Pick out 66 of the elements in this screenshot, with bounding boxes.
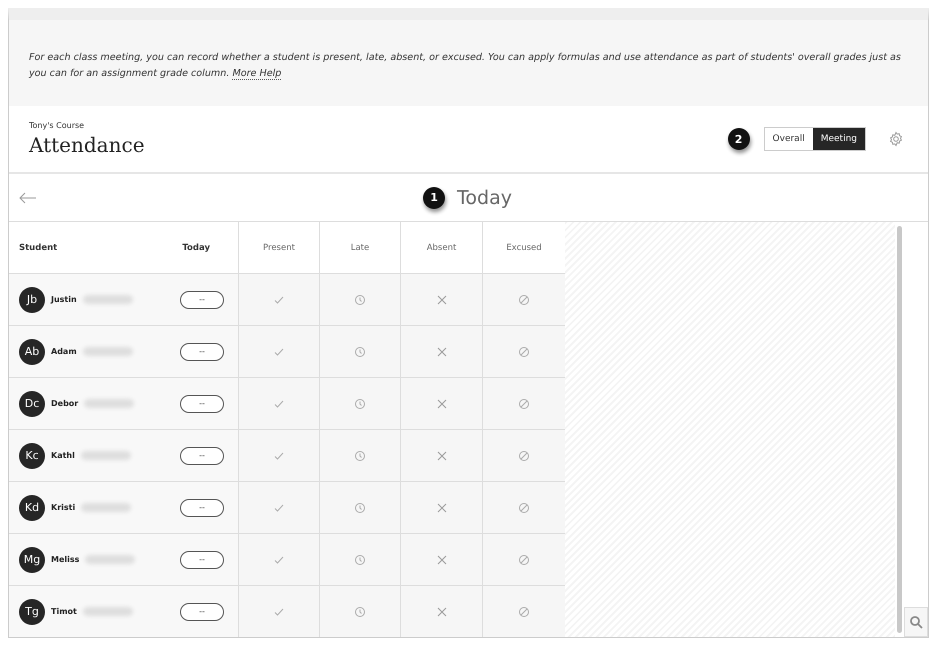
grade-pill[interactable]: -- [180,602,224,620]
prohibited-icon[interactable] [518,398,530,410]
column-header: Present [238,222,319,274]
prohibited-icon[interactable] [518,294,530,306]
avatar-initials: Tg [19,598,45,624]
avatar-initials: Mg [19,546,45,572]
prohibited-icon[interactable] [518,502,530,514]
student-name: Kathl [51,451,75,460]
grade-pill[interactable]: -- [180,342,224,360]
avatar-initials: Jb [19,286,45,312]
blurred-name [82,607,133,616]
blurred-name [84,399,134,408]
page-title: Attendance [29,133,146,157]
avatar-initials: Dc [19,390,45,416]
close-icon[interactable] [436,502,448,514]
blurred-name [82,347,133,356]
student-name: Debor [51,399,78,408]
clock-icon[interactable] [354,554,366,566]
blurred-name [82,295,133,304]
student-name: Adam [51,347,77,356]
close-icon[interactable] [436,346,448,358]
prohibited-icon[interactable] [518,346,530,358]
course-name: Tony's Course [29,121,86,130]
avatar-initials: Kd [19,494,45,520]
clock-icon[interactable] [354,450,366,462]
back-arrow-icon[interactable] [19,192,37,204]
grade-pill[interactable]: -- [180,446,224,464]
student-name: Meliss [51,555,80,564]
search-button[interactable] [904,607,928,637]
clock-icon[interactable] [354,346,366,358]
blurred-name [81,503,132,512]
blurred-name [85,555,136,564]
column-header: Excused [482,222,565,274]
close-icon[interactable] [436,450,448,462]
close-icon[interactable] [436,294,448,306]
close-icon[interactable] [436,554,448,566]
clock-icon[interactable] [354,502,366,514]
blurred-name [80,451,131,460]
grade-pill[interactable]: -- [180,498,224,516]
prohibited-icon[interactable] [518,606,530,618]
more-help-link[interactable]: More Help [232,68,282,80]
grade-pill[interactable]: -- [180,394,224,412]
view-toggle-option[interactable]: Meeting [812,128,865,150]
close-icon[interactable] [436,398,448,410]
clock-icon[interactable] [354,294,366,306]
student-name: Kristi [51,503,76,512]
column-header: Absent [400,222,482,274]
clock-icon[interactable] [354,398,366,410]
date-title: Today [457,186,512,208]
search-icon [909,615,923,629]
grade-pill[interactable]: -- [180,550,224,568]
prohibited-icon[interactable] [518,554,530,566]
prohibited-icon[interactable] [518,450,530,462]
student-name: Justin [51,295,77,304]
info-text: For each class meeting, you can record whether a student is present, late, absent, or excused. You can apply formulas and use attendance as part of students' overall grades just as you can for an assignment grade column. More Help [29,51,902,82]
grade-pill[interactable]: -- [180,290,224,308]
settings-icon[interactable] [888,131,904,147]
column-header: Late [319,222,400,274]
callout-badge: 1 [423,186,446,208]
callout-badge: 2 [728,128,750,150]
close-icon[interactable] [436,606,448,618]
scrollbar[interactable] [897,226,902,633]
student-name: Timot [51,607,77,616]
clock-icon[interactable] [354,606,366,618]
avatar-initials: Ab [19,338,45,364]
avatar-initials: Kc [19,442,45,468]
